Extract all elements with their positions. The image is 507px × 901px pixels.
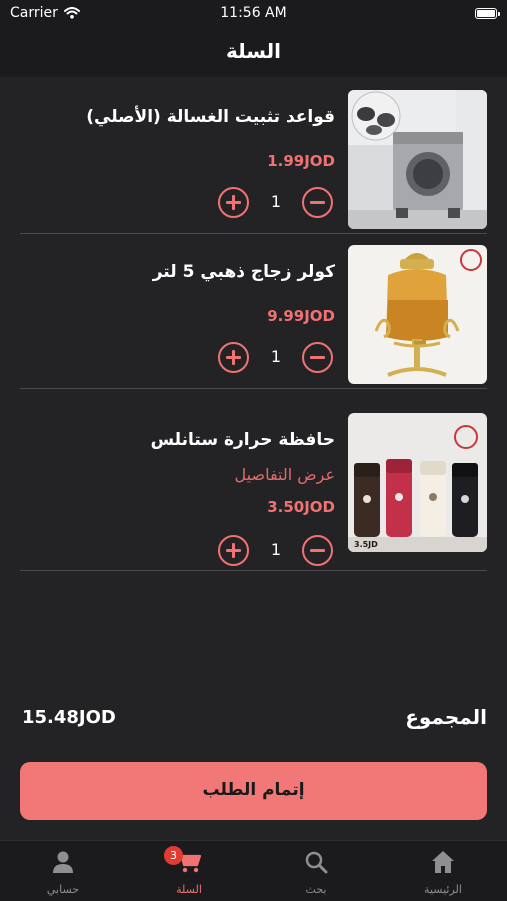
product-image-stainless-flask: 3.5JD	[348, 413, 487, 552]
total-value: 15.48JOD	[22, 707, 116, 728]
item-divider	[20, 570, 487, 571]
increase-quantity-button[interactable]	[218, 187, 249, 218]
quantity-value: 1	[270, 192, 282, 211]
product-image-gold-cooler	[348, 245, 487, 384]
home-icon	[432, 851, 454, 873]
total-label: المجموع	[405, 705, 487, 729]
tab-search[interactable]: بحث	[253, 841, 379, 901]
cart-item: كولر زجاج ذهبي 5 لتر 9.99JOD 1	[0, 234, 507, 389]
product-name: حافظة حرارة ستانلس	[150, 430, 335, 450]
battery-icon	[475, 8, 500, 19]
product-price: 1.99JOD	[267, 152, 335, 170]
cart-item: 3.5JD حافظة حرارة ستانلس عرض التفاصيل 3.…	[0, 389, 507, 571]
product-image-washer-bases	[348, 90, 487, 229]
checkout-button[interactable]: إتمام الطلب	[20, 762, 487, 820]
increase-quantity-button[interactable]	[218, 535, 249, 566]
tab-cart[interactable]: 3 السلة	[126, 841, 252, 901]
status-time: 11:56 AM	[220, 5, 287, 21]
view-details-link[interactable]: عرض التفاصيل	[235, 465, 335, 484]
page-title: السلة	[225, 39, 281, 63]
decrease-quantity-button[interactable]	[302, 342, 333, 373]
quantity-value: 1	[270, 540, 282, 559]
quantity-value: 1	[270, 347, 282, 366]
product-name: قواعد تثبيت الغسالة (الأصلي)	[86, 107, 335, 127]
decrease-quantity-button[interactable]	[302, 187, 333, 218]
cart-count-badge: 3	[164, 846, 183, 865]
tab-home[interactable]: الرئيسية	[380, 841, 506, 901]
product-price: 3.50JOD	[267, 498, 335, 516]
decrease-quantity-button[interactable]	[302, 535, 333, 566]
checkout-label: إتمام الطلب	[202, 780, 305, 800]
product-name: كولر زجاج ذهبي 5 لتر	[152, 262, 335, 282]
cart-item: قواعد تثبيت الغسالة (الأصلي) 1.99JOD 1	[0, 77, 507, 234]
tab-bar: حسابي 3 السلة بحث الرئيسية	[0, 840, 507, 901]
tab-label: السلة	[176, 883, 202, 896]
tab-label: الرئيسية	[424, 883, 462, 896]
person-icon	[53, 851, 73, 873]
search-icon	[305, 851, 328, 874]
tab-label: بحث	[305, 883, 327, 896]
total-row: المجموع 15.48JOD	[0, 705, 507, 735]
product-price: 9.99JOD	[267, 307, 335, 325]
cart-list: قواعد تثبيت الغسالة (الأصلي) 1.99JOD 1 ك…	[0, 77, 507, 571]
status-bar: Carrier 11:56 AM	[0, 0, 507, 30]
nav-bar: السلة	[0, 30, 507, 77]
tab-profile[interactable]: حسابي	[0, 841, 126, 901]
image-price-tag: 3.5JD	[354, 540, 378, 549]
tab-label: حسابي	[46, 883, 80, 896]
increase-quantity-button[interactable]	[218, 342, 249, 373]
